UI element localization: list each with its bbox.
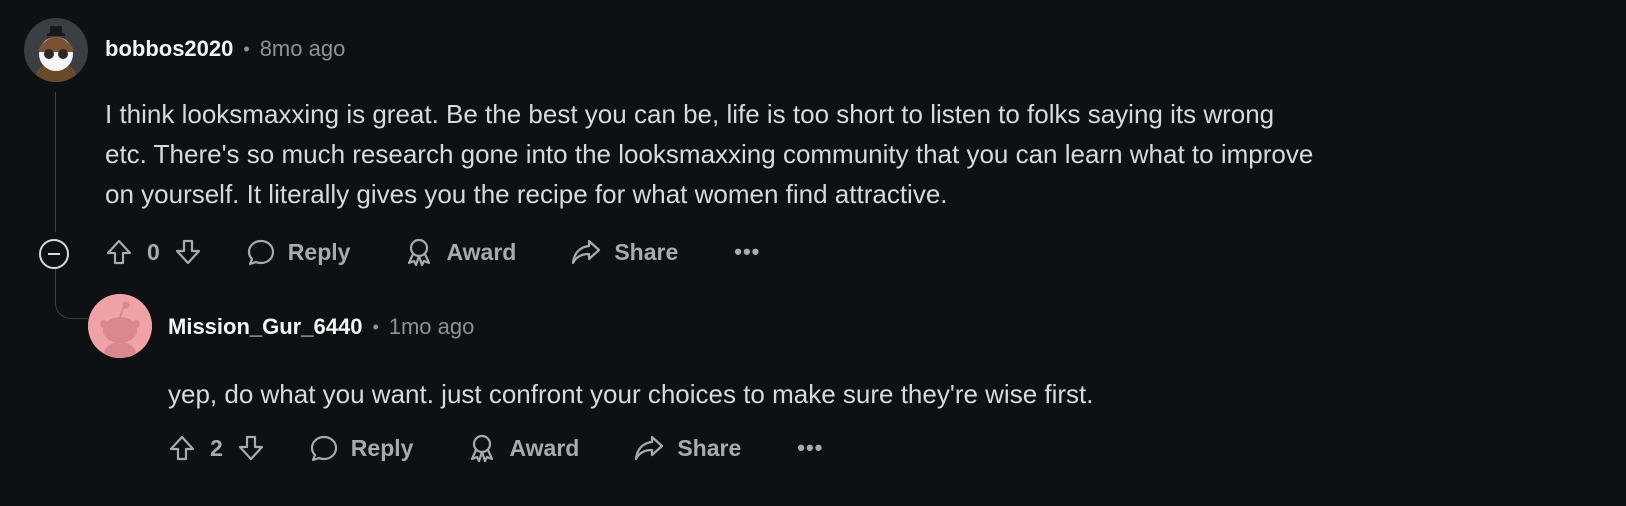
reply-thread-connector (55, 262, 88, 319)
comment-icon (310, 435, 337, 462)
share-label: Share (614, 238, 679, 265)
downvote-icon (175, 239, 200, 265)
reply-label: Reply (350, 434, 414, 461)
upvote-icon (169, 435, 195, 461)
downvote-button[interactable] (174, 238, 202, 266)
comment-actions: 2 Reply Award Share ••• (168, 433, 823, 463)
award-icon (408, 238, 431, 267)
vote-count: 0 (147, 238, 160, 265)
comment-body-line: etc. There's so much research gone into … (105, 139, 1314, 169)
share-label: Share (677, 434, 742, 461)
share-button[interactable]: Share (570, 237, 678, 267)
comment-meta: bobbos2020 • 8mo ago (105, 36, 345, 62)
meta-separator: • (372, 316, 379, 337)
meta-separator: • (243, 38, 250, 59)
reply-label: Reply (287, 238, 351, 265)
avatar[interactable] (88, 294, 152, 358)
upvote-button[interactable] (168, 434, 196, 462)
vote-count: 2 (210, 434, 223, 461)
comment-actions: 0 Reply Award Share ••• (105, 237, 760, 267)
award-button[interactable]: Award (404, 237, 516, 267)
default-avatar-icon (88, 294, 152, 358)
comment-body: yep, do what you want. just confront you… (168, 374, 1468, 414)
comment-meta: Mission_Gur_6440 • 1mo ago (168, 314, 474, 340)
comment-body: I think looksmaxxing is great. Be the be… (105, 94, 1485, 214)
user-avatar-icon (24, 18, 88, 82)
username[interactable]: bobbos2020 (105, 36, 233, 62)
upvote-button[interactable] (105, 238, 133, 266)
share-icon (572, 239, 601, 265)
timestamp[interactable]: 1mo ago (389, 314, 475, 340)
reply-button[interactable]: Reply (309, 433, 414, 463)
timestamp[interactable]: 8mo ago (260, 36, 346, 62)
comment-body-line: yep, do what you want. just confront you… (168, 379, 1094, 409)
downvote-button[interactable] (237, 434, 265, 462)
downvote-icon (238, 435, 263, 461)
award-button[interactable]: Award (467, 433, 579, 463)
award-label: Award (446, 238, 517, 265)
share-icon (635, 435, 664, 461)
comment-body-line: I think looksmaxxing is great. Be the be… (105, 99, 1275, 129)
share-button[interactable]: Share (633, 433, 741, 463)
comment-icon (247, 239, 274, 266)
collapse-icon[interactable] (39, 239, 69, 269)
award-icon (471, 434, 494, 463)
comment-body-line: on yourself. It literally gives you the … (105, 179, 948, 209)
more-options-button[interactable]: ••• (734, 239, 760, 265)
avatar[interactable] (24, 18, 88, 82)
award-label: Award (509, 434, 580, 461)
reply-button[interactable]: Reply (246, 237, 351, 267)
upvote-icon (106, 239, 132, 265)
more-options-button[interactable]: ••• (797, 435, 823, 461)
thread-line (55, 92, 56, 232)
username[interactable]: Mission_Gur_6440 (168, 314, 362, 340)
